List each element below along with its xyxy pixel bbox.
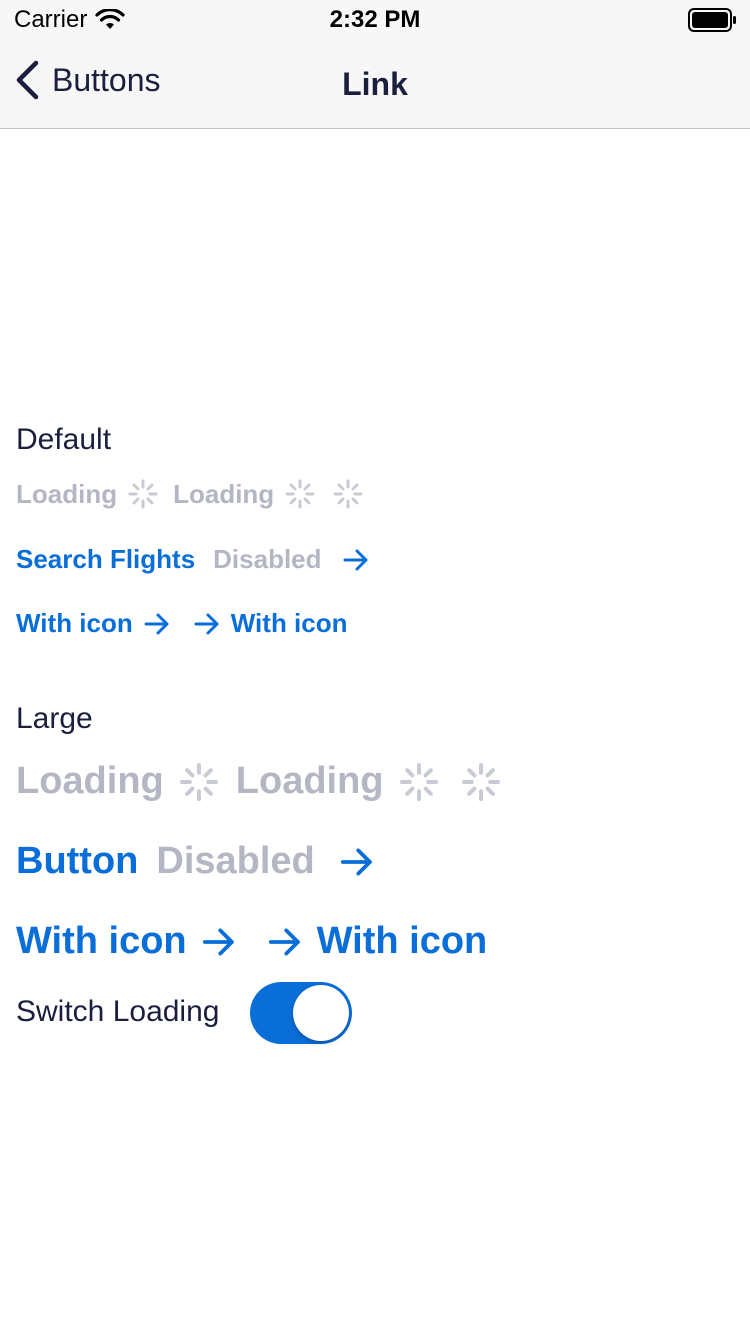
search-flights-button[interactable]: Search Flights bbox=[16, 544, 195, 575]
spinner-icon bbox=[461, 762, 500, 801]
arrow-right-icon bbox=[343, 549, 368, 570]
default-button-row: Search Flights Disabled bbox=[16, 544, 370, 575]
arrow-right-icon bbox=[268, 928, 300, 955]
loading-button-large-1: Loading bbox=[16, 760, 220, 803]
large-with-icon-leading-button[interactable]: With icon bbox=[267, 920, 488, 963]
spinner-icon bbox=[333, 479, 363, 509]
large-with-icon-trailing-button[interactable]: With icon bbox=[16, 920, 237, 963]
button-label: With icon bbox=[316, 920, 488, 962]
button-label: With icon bbox=[16, 920, 187, 962]
arrow-right-icon bbox=[194, 613, 219, 634]
icon-only-arrow-button[interactable] bbox=[342, 546, 370, 574]
spinner-icon bbox=[179, 762, 218, 801]
large-disabled-button: Disabled bbox=[156, 840, 315, 882]
large-icon-row: With icon With icon bbox=[16, 920, 487, 963]
loading-button-default-1: Loading bbox=[16, 478, 159, 510]
loading-label: Loading bbox=[16, 760, 164, 802]
loading-button-default-2: Loading bbox=[173, 478, 316, 510]
default-icon-row: With icon With icon bbox=[16, 608, 348, 639]
loading-label: Loading bbox=[16, 478, 118, 509]
switch-knob bbox=[293, 985, 349, 1041]
button-label: With icon bbox=[16, 608, 133, 638]
section-title-large: Large bbox=[16, 702, 93, 735]
loading-label: Loading bbox=[235, 760, 384, 802]
loading-label: Loading bbox=[173, 478, 275, 509]
with-icon-leading-button[interactable]: With icon bbox=[193, 608, 348, 639]
button-label: With icon bbox=[230, 608, 348, 638]
spinner-icon bbox=[285, 479, 315, 509]
loading-button-large-2: Loading bbox=[236, 760, 440, 803]
spinner-icon bbox=[128, 479, 158, 509]
switch-loading-label: Switch Loading bbox=[16, 995, 220, 1028]
disabled-button: Disabled bbox=[213, 544, 322, 574]
large-button[interactable]: Button bbox=[16, 840, 138, 883]
arrow-right-icon bbox=[202, 928, 234, 955]
with-icon-trailing-button[interactable]: With icon bbox=[16, 608, 171, 639]
arrow-right-icon bbox=[144, 613, 169, 634]
arrow-right-icon bbox=[340, 848, 372, 875]
battery-icon bbox=[688, 8, 736, 32]
navigation-bar: Buttons Link bbox=[0, 40, 750, 129]
large-loading-row: Loading Loading bbox=[16, 760, 502, 803]
switch-loading-toggle[interactable] bbox=[250, 982, 352, 1044]
status-bar: Carrier 2:32 PM bbox=[0, 0, 750, 40]
large-button-row: Button Disabled bbox=[16, 840, 375, 883]
default-loading-row: Loading Loading bbox=[16, 478, 364, 510]
section-title-default: Default bbox=[16, 423, 112, 456]
clock: 2:32 PM bbox=[329, 6, 421, 33]
page-title: Link bbox=[342, 66, 408, 102]
spinner-icon bbox=[399, 762, 438, 801]
large-icon-only-arrow-button[interactable] bbox=[339, 844, 375, 880]
